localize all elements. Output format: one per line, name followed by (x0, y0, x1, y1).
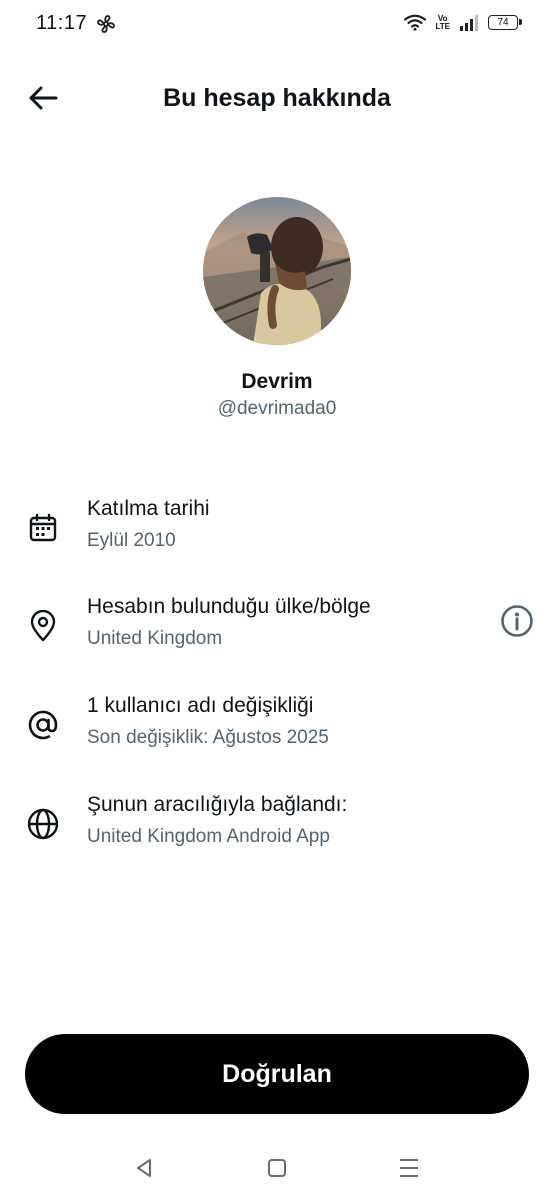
info-row-account-location: Hesabın bulunduğu ülke/bölge United King… (0, 595, 554, 665)
info-row-join-date: Katılma tarihi Eylül 2010 (0, 497, 554, 567)
status-indicators: Vo LTE 74 (404, 14, 522, 31)
battery-icon: 74 (488, 15, 522, 30)
triangle-back-icon (137, 1159, 151, 1177)
info-title: Şunun aracılığıyla bağlandı: (87, 793, 348, 816)
location-info-button[interactable] (498, 602, 536, 640)
at-sign-icon (26, 708, 60, 742)
status-bar: 11:17 Vo LTE 74 (0, 0, 554, 50)
page-title: Bu hesap hakkında (163, 84, 391, 112)
wifi-icon (404, 14, 427, 31)
info-title: 1 kullanıcı adı değişikliği (87, 694, 314, 717)
info-subtitle: United Kingdom Android App (87, 826, 330, 847)
system-nav-bar (0, 1140, 554, 1200)
calendar-icon (26, 511, 60, 545)
location-pin-icon (26, 609, 60, 643)
info-subtitle: Son değişiklik: Ağustos 2025 (87, 727, 329, 748)
nav-back-button[interactable] (128, 1154, 160, 1182)
info-title: Hesabın bulunduğu ülke/bölge (87, 595, 371, 618)
display-name: Devrim (241, 370, 313, 393)
user-handle: @devrimada0 (217, 398, 337, 419)
info-subtitle: Eylül 2010 (87, 530, 176, 551)
battery-level: 74 (497, 17, 509, 28)
profile-photo (203, 197, 351, 345)
top-nav: Bu hesap hakkında (0, 70, 554, 126)
globe-icon (26, 807, 60, 841)
nav-recents-button[interactable] (393, 1154, 425, 1182)
info-title: Katılma tarihi (87, 497, 210, 520)
square-home-icon (268, 1159, 286, 1177)
volte-bottom-label: LTE (435, 21, 450, 31)
info-subtitle: United Kingdom (87, 628, 223, 649)
fan-icon (97, 15, 115, 33)
menu-lines-icon (400, 1159, 418, 1177)
volte-indicator: Vo LTE (435, 14, 450, 31)
avatar[interactable] (203, 197, 351, 345)
nav-home-button[interactable] (261, 1154, 293, 1182)
info-row-username-changes: 1 kullanıcı adı değişikliği Son değişikl… (0, 694, 554, 764)
info-row-connected-via: Şunun aracılığıyla bağlandı: United King… (0, 793, 554, 863)
verify-button[interactable]: Doğrulan (25, 1034, 529, 1114)
status-time: 11:17 (36, 12, 88, 34)
info-circle-icon (501, 605, 533, 637)
signal-icon (460, 14, 478, 31)
